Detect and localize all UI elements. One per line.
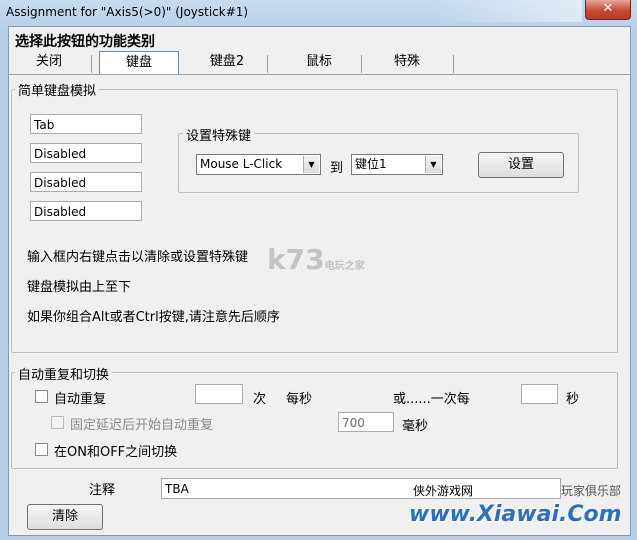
keyboard-sim-group-label: 简单键盘模拟 bbox=[15, 80, 100, 99]
to-label: 到 bbox=[330, 161, 344, 176]
ms-unit-label: 毫秒 bbox=[402, 419, 429, 434]
k73-logo-text: k73 bbox=[267, 243, 325, 276]
tab-mouse[interactable]: 鼠标 bbox=[291, 51, 347, 73]
tab-keyboard[interactable]: 键盘 bbox=[99, 51, 179, 74]
key-field-1[interactable]: Tab bbox=[30, 114, 142, 134]
auto-repeat-group-label: 自动重复和切换 bbox=[15, 364, 113, 383]
hint-text-1: 输入框内右键点击以清除或设置特殊键 bbox=[27, 250, 249, 265]
key-field-2[interactable]: Disabled bbox=[30, 143, 142, 163]
chevron-down-icon: ▼ bbox=[425, 156, 441, 173]
k73-logo-subtext: 电玩之家 bbox=[324, 261, 365, 272]
notes-label: 注释 bbox=[89, 483, 116, 498]
key-field-3[interactable]: Disabled bbox=[30, 172, 142, 192]
notes-field[interactable]: TBA bbox=[161, 478, 561, 499]
dialog-client-area: 选择此按钮的功能类别 关闭 键盘 键盘2 鼠标 特殊 简单键盘模拟 Tab Di… bbox=[8, 26, 631, 536]
close-button[interactable]: ✕ bbox=[585, 0, 631, 20]
tab-separator bbox=[361, 55, 362, 73]
auto-repeat-checkbox[interactable] bbox=[35, 390, 48, 403]
auto-repeat-label: 自动重复 bbox=[54, 392, 107, 407]
special-key-target-select[interactable]: 键位1 ▼ bbox=[351, 154, 443, 175]
special-key-target-value: 键位1 bbox=[355, 157, 387, 171]
k73-logo-watermark: k73电玩之家 bbox=[267, 243, 365, 276]
clear-button[interactable]: 清除 bbox=[27, 504, 103, 530]
delay-ms-field[interactable]: 700 bbox=[338, 412, 394, 432]
xiawai-logo-watermark: www.Xiawai.Com bbox=[409, 502, 622, 527]
hint-text-3: 如果你组合Alt或者Ctrl按键,请注意先后顺序 bbox=[27, 310, 280, 325]
xiawai-text-watermark: 侠外游戏网 bbox=[413, 484, 474, 498]
window-title: Assignment for "Axis5(>0)" (Joystick#1) bbox=[6, 5, 249, 19]
per-second-label: 每秒 bbox=[286, 392, 313, 407]
once-every-label: 或......一次每 bbox=[393, 392, 470, 407]
special-key-source-value: Mouse L-Click bbox=[200, 157, 283, 171]
category-heading: 选择此按钮的功能类别 bbox=[15, 34, 155, 50]
tab-special[interactable]: 特殊 bbox=[379, 51, 435, 73]
key-field-4[interactable]: Disabled bbox=[30, 201, 142, 221]
tab-off[interactable]: 关闭 bbox=[23, 51, 75, 73]
repeat-times-field[interactable] bbox=[195, 384, 243, 404]
close-icon: ✕ bbox=[602, 1, 614, 16]
tab-separator bbox=[453, 55, 454, 73]
dialog-window: Assignment for "Axis5(>0)" (Joystick#1) … bbox=[0, 0, 637, 540]
title-bar-decoration bbox=[432, 0, 582, 22]
set-special-key-button[interactable]: 设置 bbox=[478, 152, 564, 178]
tab-strip-line bbox=[9, 74, 630, 75]
toggle-on-off-checkbox[interactable] bbox=[35, 443, 48, 456]
repeat-seconds-field[interactable] bbox=[521, 384, 558, 404]
hint-text-2: 键盘模拟由上至下 bbox=[27, 280, 132, 295]
special-key-source-select[interactable]: Mouse L-Click ▼ bbox=[196, 154, 321, 175]
tab-keyboard2[interactable]: 键盘2 bbox=[199, 51, 255, 73]
times-unit-label: 次 bbox=[253, 392, 267, 407]
tab-separator bbox=[267, 55, 268, 73]
delay-repeat-label: 固定延迟后开始自动重复 bbox=[70, 418, 214, 433]
special-key-group-label: 设置特殊键 bbox=[183, 125, 255, 144]
seconds-unit-label: 秒 bbox=[566, 392, 580, 407]
title-bar[interactable]: Assignment for "Axis5(>0)" (Joystick#1) … bbox=[0, 0, 637, 26]
delay-repeat-checkbox[interactable] bbox=[51, 416, 64, 429]
chevron-down-icon: ▼ bbox=[303, 156, 319, 173]
xiawai-sub-watermark: 玩家俱乐部 bbox=[561, 484, 622, 498]
toggle-on-off-label: 在ON和OFF之间切换 bbox=[54, 445, 178, 460]
tab-separator bbox=[91, 55, 92, 73]
